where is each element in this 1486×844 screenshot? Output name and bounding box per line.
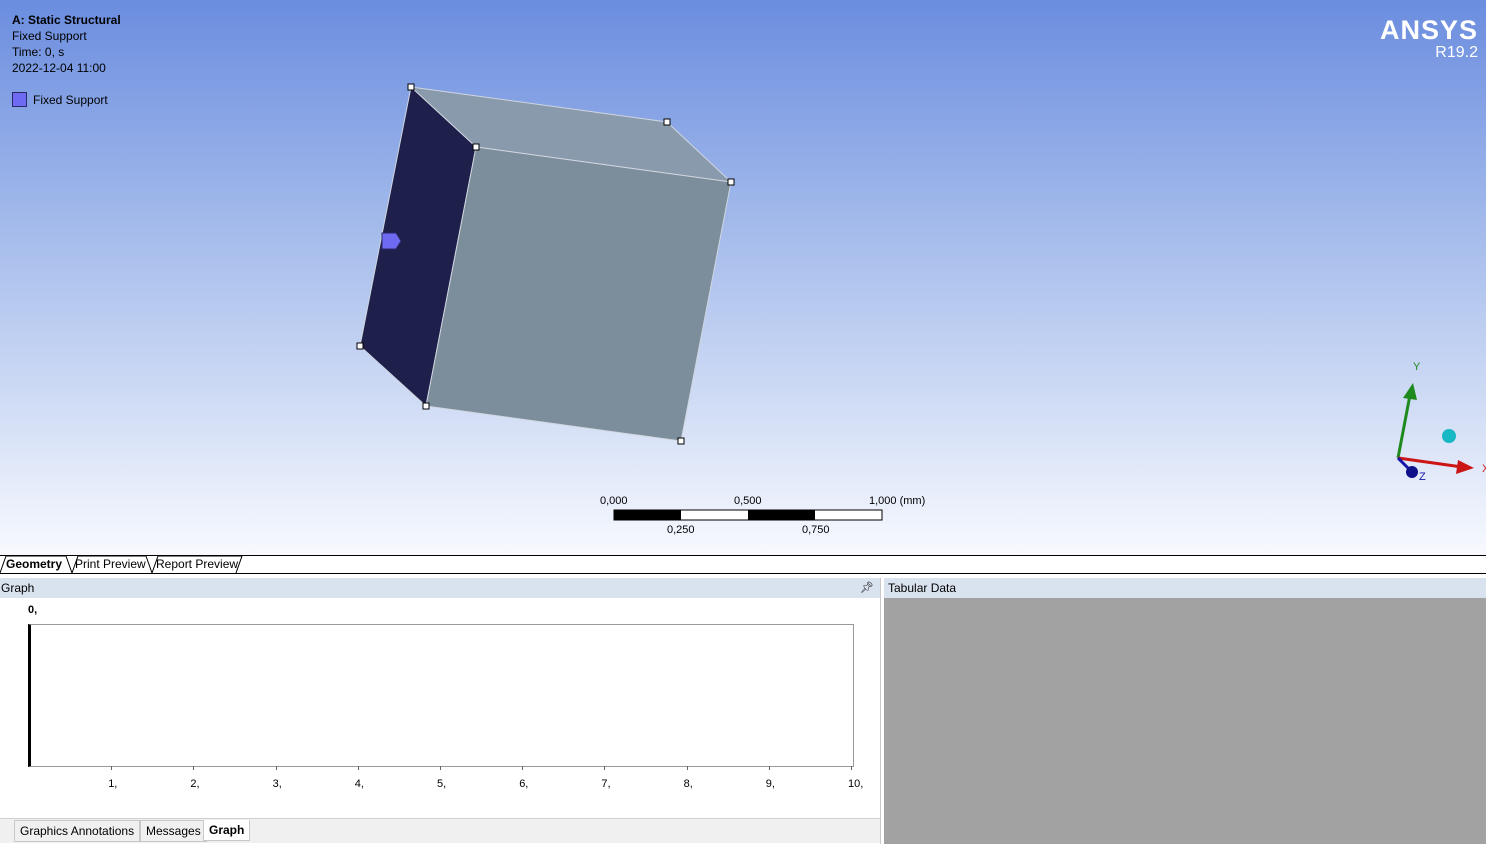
graph-x-tick-label: 6, — [519, 778, 529, 790]
tabular-data-area[interactable] — [884, 598, 1486, 844]
graph-x-tick-label: 7, — [601, 778, 611, 790]
graph-x-tick-mark — [604, 766, 606, 770]
graph-x-tick-mark — [851, 766, 852, 770]
tab-print-preview[interactable]: Print Preview — [71, 556, 150, 573]
tab-messages[interactable]: Messages — [140, 820, 207, 842]
graph-x-tick-label: 9, — [765, 778, 775, 790]
scale-label-250: 0,250 — [667, 524, 695, 536]
scale-label-1000: 1,000 (mm) — [869, 495, 926, 507]
tab-report-preview[interactable]: Report Preview — [152, 556, 242, 573]
vertex-marker — [407, 83, 415, 91]
graph-plot-area[interactable]: 0, 1, 2, 3, 4, 5, 6, 7, 8, 9, 10, — [0, 598, 880, 818]
model-scene[interactable]: Y Z X — [0, 0, 1486, 555]
graph-x-tick-mark — [111, 766, 113, 770]
graph-x-tick-mark — [193, 766, 195, 770]
tabular-panel-title: Tabular Data — [888, 581, 957, 595]
vertex-marker — [422, 402, 430, 410]
y-axis-label: Y — [1413, 361, 1421, 373]
graph-x-tick-mark — [686, 766, 688, 770]
x-axis-label: X — [1482, 463, 1486, 475]
graph-x-tick-label: 8, — [683, 778, 693, 790]
x-arrow-icon — [1456, 460, 1474, 474]
graph-x-tick-mark — [357, 766, 359, 770]
graph-y-max-label: 0, — [28, 604, 38, 616]
graph-x-tick-mark — [522, 766, 524, 770]
isometric-view-ball-icon — [1442, 429, 1456, 443]
graph-panel-title: Graph — [1, 581, 35, 595]
graph-x-tick-mark — [275, 766, 277, 770]
graph-x-tick-label: 3, — [272, 778, 282, 790]
tab-geometry[interactable]: Geometry — [2, 556, 66, 573]
tab-graphics-annotations[interactable]: Graphics Annotations — [14, 820, 141, 842]
bottom-tabs: Graphics Annotations Messages Graph — [0, 818, 880, 843]
graph-panel-header: Graph 📌︎ — [0, 578, 880, 598]
scale-label-750: 0,750 — [802, 524, 830, 536]
scale-label-0: 0,000 — [600, 495, 628, 507]
graph-x-tick-label: 2, — [190, 778, 200, 790]
y-arrow-icon — [1403, 383, 1417, 400]
tabular-panel-header: Tabular Data — [884, 578, 1486, 598]
vertex-marker — [727, 178, 735, 186]
pin-icon[interactable]: 📌︎ — [860, 578, 874, 598]
vertex-marker — [663, 118, 671, 126]
graph-plot-box[interactable] — [28, 624, 854, 767]
graph-x-tick-label: 4, — [354, 778, 364, 790]
view-tabs: Geometry Print Preview Report Preview — [0, 555, 1486, 574]
graph-x-tick-label: 10, — [848, 778, 864, 790]
vertex-marker — [356, 342, 364, 350]
vertex-marker — [677, 437, 685, 445]
graph-x-tick-label: 5, — [437, 778, 447, 790]
graph-x-tick-label: 1, — [108, 778, 118, 790]
z-axis-ball-icon — [1406, 466, 1418, 478]
graph-x-tick-mark — [440, 766, 441, 770]
graph-x-tick-mark — [768, 766, 770, 770]
scale-label-500: 0,500 — [734, 495, 762, 507]
axes-triad[interactable]: Y Z X — [1396, 361, 1486, 483]
z-axis-label: Z — [1419, 471, 1426, 483]
cube-front-face[interactable] — [425, 146, 732, 442]
tab-graph[interactable]: Graph — [203, 820, 251, 841]
vertex-marker — [472, 143, 480, 151]
scale-bar — [613, 509, 883, 521]
graphics-viewport[interactable]: A: Static Structural Fixed Support Time:… — [0, 0, 1486, 555]
